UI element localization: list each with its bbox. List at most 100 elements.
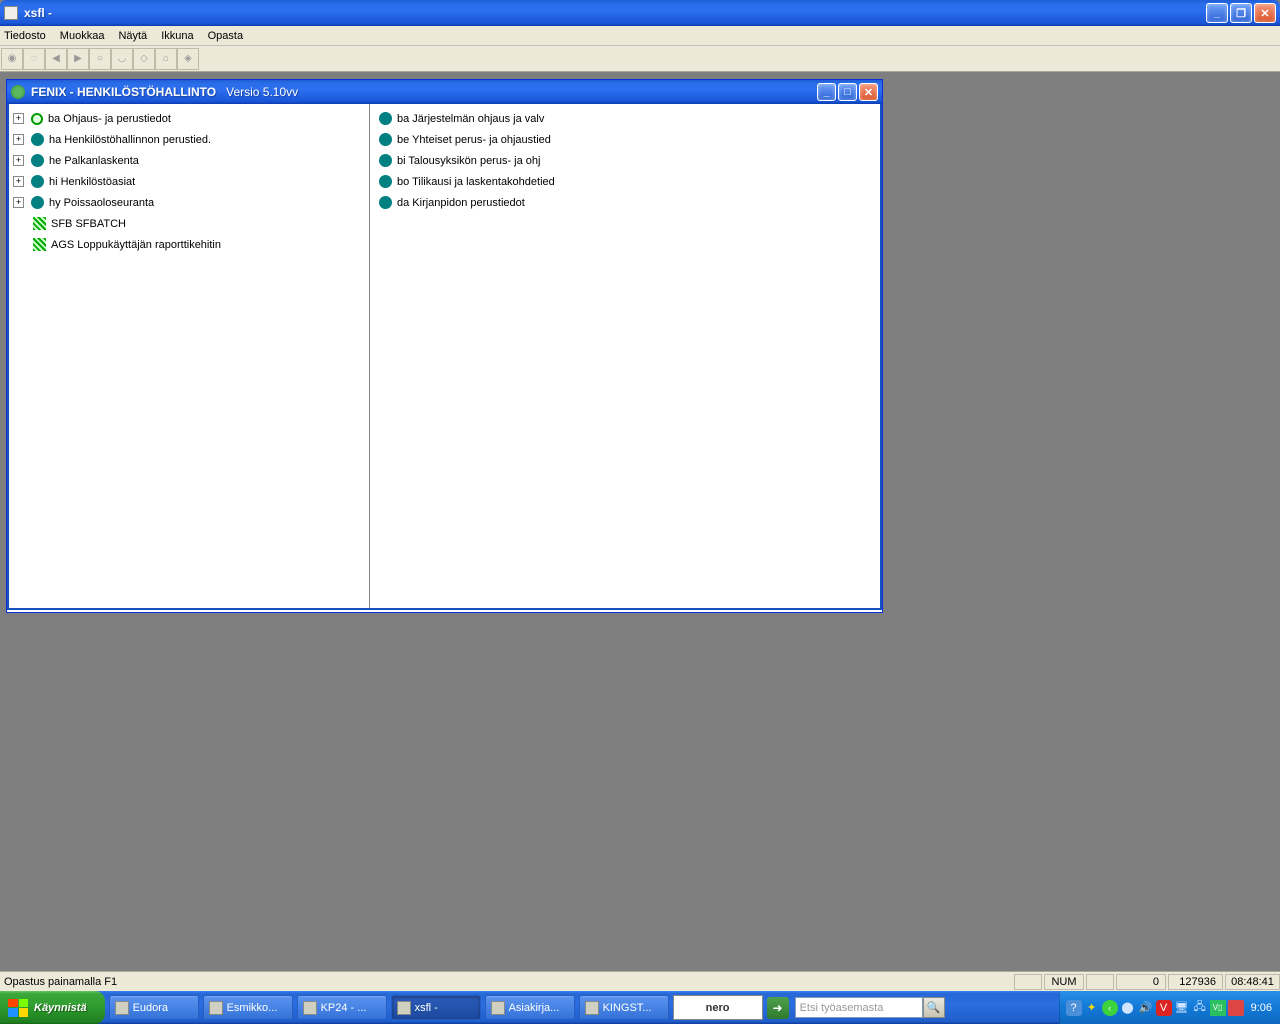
taskbar-button[interactable]: Esmikko...: [203, 995, 293, 1020]
inner-app-icon: [11, 85, 25, 99]
restore-button[interactable]: ❐: [1230, 3, 1252, 23]
teal-dot-icon: [31, 175, 44, 188]
close-button[interactable]: ✕: [1254, 3, 1276, 23]
search-button[interactable]: 🔍: [923, 997, 945, 1018]
taskbar-button[interactable]: Eudora: [109, 995, 199, 1020]
toolbar-btn-3[interactable]: ◀: [45, 48, 67, 70]
tray-network-icon[interactable]: 🖧: [1192, 1000, 1208, 1016]
tree-item-label: hy Poissaoloseuranta: [49, 197, 154, 209]
tree-item[interactable]: AGS Loppukäyttäjän raporttikehitin: [13, 234, 365, 255]
windows-flag-icon: [8, 999, 28, 1017]
tray-help-icon[interactable]: ?: [1066, 1000, 1082, 1016]
menu-opasta[interactable]: Opasta: [208, 30, 243, 42]
toolbar-btn-9[interactable]: ◈: [177, 48, 199, 70]
quick-launch-icon[interactable]: ➜: [767, 997, 789, 1019]
outer-titlebar[interactable]: xsfl - _ ❐ ✕: [0, 0, 1280, 26]
desktop-search-input[interactable]: Etsi työasemasta: [795, 997, 923, 1018]
toolbar-btn-7[interactable]: ◇: [133, 48, 155, 70]
statusbar: Opastus painamalla F1 NUM 0 127936 08:48…: [0, 971, 1280, 991]
teal-dot-icon: [379, 175, 392, 188]
tray-update-icon[interactable]: ✦: [1084, 1000, 1100, 1016]
tree-item[interactable]: +he Palkanlaskenta: [13, 150, 365, 171]
tray-clock[interactable]: 9:06: [1251, 1002, 1272, 1014]
task-label: Esmikko...: [227, 1002, 278, 1014]
tray-va-icon[interactable]: V▯: [1210, 1000, 1226, 1016]
toolbar-btn-8[interactable]: ⌂: [155, 48, 177, 70]
tree-item[interactable]: + hi Henkilöstöasiat: [13, 171, 365, 192]
toolbar-btn-6[interactable]: ◡: [111, 48, 133, 70]
status-help: Opastus painamalla F1: [0, 976, 1012, 988]
tray-globe-icon[interactable]: ⬤: [1120, 1000, 1136, 1016]
tray-arrow-icon[interactable]: ‹: [1102, 1000, 1118, 1016]
tree-pane: + ba Ohjaus- ja perustiedot + ha Henkilöstö…: [9, 104, 370, 608]
taskbar-button[interactable]: Asiakirja...: [485, 995, 575, 1020]
list-item[interactable]: be Yhteiset perus- ja ohjaustied: [374, 129, 876, 150]
tree-item-label: ha Henkilöstöhallinnon perustied.: [49, 134, 211, 146]
task-label: Eudora: [133, 1002, 168, 1014]
toolbar-btn-1[interactable]: ◉: [1, 48, 23, 70]
menu-nayta[interactable]: Näytä: [118, 30, 147, 42]
tray-red-icon[interactable]: [1228, 1000, 1244, 1016]
inner-version: Versio 5.10vv: [226, 85, 298, 99]
systray: ? ✦ ‹ ⬤ 🔊 V 🖥 🖧 V▯ 9:06: [1059, 991, 1280, 1024]
task-icon: [397, 1001, 411, 1015]
toolbar-btn-5[interactable]: ○: [89, 48, 111, 70]
expander-icon[interactable]: +: [13, 155, 24, 166]
list-item[interactable]: bi Talousyksikön perus- ja ohj: [374, 150, 876, 171]
taskbar-button[interactable]: KP24 - ...: [297, 995, 387, 1020]
list-item-label: bo Tilikausi ja laskentakohdetied: [397, 176, 555, 188]
tray-shield-icon[interactable]: V: [1156, 1000, 1172, 1016]
teal-dot-icon: [31, 133, 44, 146]
task-icon: [491, 1001, 505, 1015]
menu-tiedosto[interactable]: Tiedosto: [4, 30, 46, 42]
inner-maximize-button[interactable]: □: [838, 83, 857, 101]
menu-muokkaa[interactable]: Muokkaa: [60, 30, 105, 42]
menubar: Tiedosto Muokkaa Näytä Ikkuna Opasta: [0, 26, 1280, 46]
nero-search[interactable]: nero: [673, 995, 763, 1020]
status-zero: 0: [1116, 974, 1166, 990]
tree-item[interactable]: + hy Poissaoloseuranta: [13, 192, 365, 213]
task-label: Asiakirja...: [509, 1002, 560, 1014]
teal-dot-icon: [379, 112, 392, 125]
minimize-button[interactable]: _: [1206, 3, 1228, 23]
teal-dot-icon: [379, 154, 392, 167]
tree-item-label: SFB SFBATCH: [51, 218, 126, 230]
tray-volume-icon[interactable]: 🔊: [1138, 1000, 1154, 1016]
list-item-label: be Yhteiset perus- ja ohjaustied: [397, 134, 551, 146]
tree-item[interactable]: + ba Ohjaus- ja perustiedot: [13, 108, 365, 129]
tree-item-label: AGS Loppukäyttäjän raporttikehitin: [51, 239, 221, 251]
list-item[interactable]: da Kirjanpidon perustiedot: [374, 192, 876, 213]
tree-item[interactable]: + ha Henkilöstöhallinnon perustied.: [13, 129, 365, 150]
tray-monitor-icon[interactable]: 🖥: [1174, 1000, 1190, 1016]
taskbar-button[interactable]: KINGST...: [579, 995, 669, 1020]
expander-icon[interactable]: +: [13, 176, 24, 187]
tree-item-label: ba Ohjaus- ja perustiedot: [48, 113, 171, 125]
task-label: KP24 - ...: [321, 1002, 367, 1014]
list-item-label: bi Talousyksikön perus- ja ohj: [397, 155, 540, 167]
status-panel-blank1: [1014, 974, 1042, 990]
app-icon: [4, 6, 18, 20]
start-button[interactable]: Käynnistä: [0, 991, 105, 1024]
toolbar-btn-2[interactable]: ◌: [23, 48, 45, 70]
list-item[interactable]: ba Järjestelmän ohjaus ja valv: [374, 108, 876, 129]
expander-icon[interactable]: +: [13, 113, 24, 124]
teal-dot-icon: [31, 196, 44, 209]
start-label: Käynnistä: [34, 1002, 87, 1014]
tree-item[interactable]: SFB SFBATCH: [13, 213, 365, 234]
inner-minimize-button[interactable]: _: [817, 83, 836, 101]
inner-titlebar[interactable]: FENIX - HENKILÖSTÖHALLINTO Versio 5.10vv…: [7, 80, 882, 104]
taskbar-button[interactable]: xsfl -: [391, 995, 481, 1020]
list-item-label: da Kirjanpidon perustiedot: [397, 197, 525, 209]
expander-icon[interactable]: +: [13, 197, 24, 208]
menu-ikkuna[interactable]: Ikkuna: [161, 30, 193, 42]
expander-icon[interactable]: +: [13, 134, 24, 145]
status-num: NUM: [1044, 974, 1084, 990]
mdi-area: FENIX - HENKILÖSTÖHALLINTO Versio 5.10vv…: [0, 72, 1280, 931]
toolbar-btn-4[interactable]: ▶: [67, 48, 89, 70]
list-item[interactable]: bo Tilikausi ja laskentakohdetied: [374, 171, 876, 192]
inner-window: FENIX - HENKILÖSTÖHALLINTO Versio 5.10vv…: [6, 79, 883, 613]
status-count: 127936: [1168, 974, 1223, 990]
inner-close-button[interactable]: ✕: [859, 83, 878, 101]
tree-item-label: hi Henkilöstöasiat: [49, 176, 135, 188]
task-icon: [115, 1001, 129, 1015]
